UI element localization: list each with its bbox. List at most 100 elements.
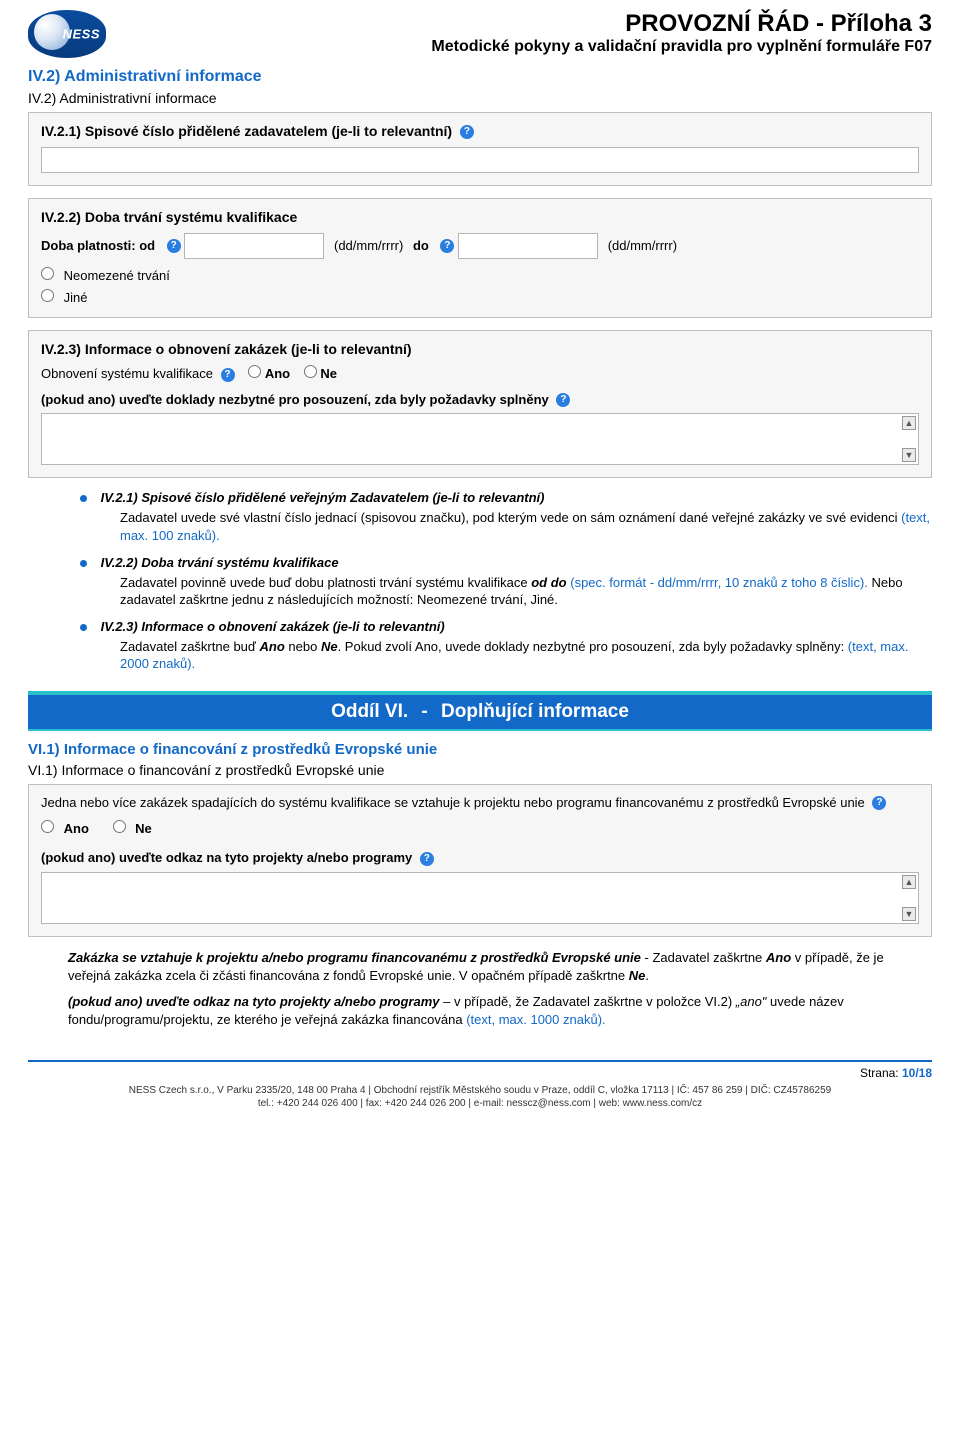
help-icon[interactable]: ? xyxy=(460,125,474,139)
section-iv2-label: IV.2) Administrativní informace xyxy=(28,90,932,106)
section-vi1-heading: VI.1) Informace o financování z prostřed… xyxy=(28,741,932,758)
banner-left: Oddíl VI. xyxy=(331,701,413,722)
b2-text-c: (spec. formát - dd/mm/rrrr, 10 znaků z t… xyxy=(567,575,868,590)
bullet-iv21-para: Zadavatel uvede své vlastní číslo jednac… xyxy=(120,509,932,544)
radio-other-label[interactable]: Jiné xyxy=(41,290,87,305)
radio-no-label[interactable]: Ne xyxy=(304,366,337,381)
p1-rest-e: . xyxy=(645,968,649,983)
scroll-up-icon[interactable]: ▲ xyxy=(902,875,916,889)
date-hint-1: (dd/mm/rrrr) xyxy=(334,238,403,253)
page-number: Strana: 10/18 xyxy=(28,1066,932,1080)
vi1-radio-yes-text: Ano xyxy=(64,821,89,836)
help-icon[interactable]: ? xyxy=(440,239,454,253)
radio-unlimited-text: Neomezené trvání xyxy=(64,268,170,283)
p1-lead: Zakázka se vztahuje k projektu a/nebo pr… xyxy=(68,950,641,965)
date-hint-2: (dd/mm/rrrr) xyxy=(608,238,677,253)
ness-logo: NESS xyxy=(28,10,106,58)
page-label: Strana: xyxy=(860,1066,902,1080)
radio-other[interactable] xyxy=(41,289,54,302)
radio-other-row: Jiné xyxy=(41,289,919,305)
vi1-p1: Zakázka se vztahuje k projektu a/nebo pr… xyxy=(68,949,892,985)
help-icon[interactable]: ? xyxy=(872,796,886,810)
bullet-iv23-para: Zadavatel zaškrtne buď Ano nebo Ne. Poku… xyxy=(120,638,932,673)
footer: NESS Czech s.r.o., V Parku 2335/20, 148 … xyxy=(28,1084,932,1111)
banner-dash: - xyxy=(421,701,427,722)
vi1-radio-no-label[interactable]: Ne xyxy=(113,821,152,836)
renewal-row: Obnovení systému kvalifikace ? Ano Ne xyxy=(41,365,919,382)
radio-eu-yes[interactable] xyxy=(41,820,54,833)
radio-unlimited[interactable] xyxy=(41,267,54,280)
vi1-links-hint-row: (pokud ano) uveďte odkaz na tyto projekt… xyxy=(41,850,919,866)
section-iv2-heading: IV.2) Administrativní informace xyxy=(28,68,932,86)
vi1-textarea[interactable]: ▲ ▼ xyxy=(41,872,919,924)
vi1-question-row: Jedna nebo více zakázek spadajících do s… xyxy=(41,795,919,811)
docs-hint-row: (pokud ano) uveďte doklady nezbytné pro … xyxy=(41,392,919,408)
date-from-input[interactable] xyxy=(184,233,324,259)
docs-textarea[interactable]: ▲ ▼ xyxy=(41,413,919,465)
radio-yes-text: Ano xyxy=(265,366,290,381)
scroll-down-icon[interactable]: ▼ xyxy=(902,448,916,462)
renewal-label: Obnovení systému kvalifikace xyxy=(41,366,213,381)
b3-text-d: Ne xyxy=(321,639,338,654)
panel-iv23: IV.2.3) Informace o obnovení zakázek (je… xyxy=(28,330,932,478)
help-icon[interactable]: ? xyxy=(167,239,181,253)
p1-rest-a: - Zadavatel zaškrtne xyxy=(641,950,766,965)
file-number-input[interactable] xyxy=(41,147,919,173)
p2-rest-d: (text, max. 1000 znaků). xyxy=(466,1012,605,1027)
bullet-dot-icon xyxy=(80,624,87,631)
bullet-dot-icon xyxy=(80,495,87,502)
panel-iv21-title-text: IV.2.1) Spisové číslo přidělené zadavate… xyxy=(41,123,452,139)
footer-line1: NESS Czech s.r.o., V Parku 2335/20, 148 … xyxy=(28,1084,932,1098)
help-icon[interactable]: ? xyxy=(556,393,570,407)
bullet-iv23: IV.2.3) Informace o obnovení zakázek (je… xyxy=(80,619,932,673)
scroll-up-icon[interactable]: ▲ xyxy=(902,416,916,430)
vi1-radio-no-text: Ne xyxy=(135,821,152,836)
bullet-iv22: IV.2.2) Doba trvání systému kvalifikace … xyxy=(80,555,932,609)
banner-right: Doplňující informace xyxy=(436,701,629,722)
page-value: 10/18 xyxy=(902,1066,932,1080)
radio-unlimited-row: Neomezené trvání xyxy=(41,267,919,283)
radio-eu-no[interactable] xyxy=(113,820,126,833)
radio-unlimited-label[interactable]: Neomezené trvání xyxy=(41,268,170,283)
help-icon[interactable]: ? xyxy=(420,852,434,866)
page-header: NESS PROVOZNÍ ŘÁD - Příloha 3 Metodické … xyxy=(28,10,932,58)
radio-other-text: Jiné xyxy=(64,290,88,305)
vi1-links-hint: (pokud ano) uveďte odkaz na tyto projekt… xyxy=(41,850,412,865)
b3-text-c: nebo xyxy=(285,639,321,654)
panel-iv22-title: IV.2.2) Doba trvání systému kvalifikace xyxy=(41,209,919,225)
bullets-iv2: IV.2.1) Spisové číslo přidělené veřejným… xyxy=(80,490,932,672)
header-text: PROVOZNÍ ŘÁD - Příloha 3 Metodické pokyn… xyxy=(116,10,932,56)
bullet-iv21-title: IV.2.1) Spisové číslo přidělené veřejným… xyxy=(101,490,545,505)
footer-line2: tel.: +420 244 026 400 | fax: +420 244 0… xyxy=(28,1097,932,1111)
bullet-iv22-title: IV.2.2) Doba trvání systému kvalifikace xyxy=(101,555,339,570)
b3-text-e: . Pokud zvolí Ano, uvede doklady nezbytn… xyxy=(338,639,848,654)
vi1-radio-yes-label[interactable]: Ano xyxy=(41,821,93,836)
page-subtitle: Metodické pokyny a validační pravidla pr… xyxy=(116,38,932,56)
radio-yes-label[interactable]: Ano xyxy=(248,366,294,381)
scroll-down-icon[interactable]: ▼ xyxy=(902,907,916,921)
b3-text-b: Ano xyxy=(260,639,285,654)
b3-text-a: Zadavatel zaškrtne buď xyxy=(120,639,260,654)
bullet-iv22-para: Zadavatel povinně uvede buď dobu platnos… xyxy=(120,574,932,609)
b2-text-b: od do xyxy=(531,575,566,590)
b1-text-a: Zadavatel uvede své vlastní číslo jednac… xyxy=(120,510,901,525)
b2-text-a: Zadavatel povinně uvede buď dobu platnos… xyxy=(120,575,531,590)
panel-iv21-title: IV.2.1) Spisové číslo přidělené zadavate… xyxy=(41,123,919,139)
duration-row: Doba platnosti: od ? (dd/mm/rrrr) do ? (… xyxy=(41,233,919,259)
radio-renew-yes[interactable] xyxy=(248,365,261,378)
section-vi-banner: Oddíl VI. - Doplňující informace xyxy=(28,691,932,731)
date-to-input[interactable] xyxy=(458,233,598,259)
p2-lead: (pokud ano) uveďte odkaz na tyto projekt… xyxy=(68,994,440,1009)
panel-iv23-title: IV.2.3) Informace o obnovení zakázek (je… xyxy=(41,341,919,357)
docs-hint-text: (pokud ano) uveďte doklady nezbytné pro … xyxy=(41,392,549,407)
bullet-iv21: IV.2.1) Spisové číslo přidělené veřejným… xyxy=(80,490,932,544)
p2-rest-a: – v případě, že Zadavatel zaškrtne v pol… xyxy=(440,994,736,1009)
bullet-dot-icon xyxy=(80,560,87,567)
radio-no-text: Ne xyxy=(320,366,337,381)
panel-vi1: Jedna nebo více zakázek spadajících do s… xyxy=(28,784,932,937)
radio-renew-no[interactable] xyxy=(304,365,317,378)
help-icon[interactable]: ? xyxy=(221,368,235,382)
duration-to-label: do xyxy=(413,238,429,253)
vi1-p2: (pokud ano) uveďte odkaz na tyto projekt… xyxy=(68,993,892,1029)
footer-rule xyxy=(28,1060,932,1062)
